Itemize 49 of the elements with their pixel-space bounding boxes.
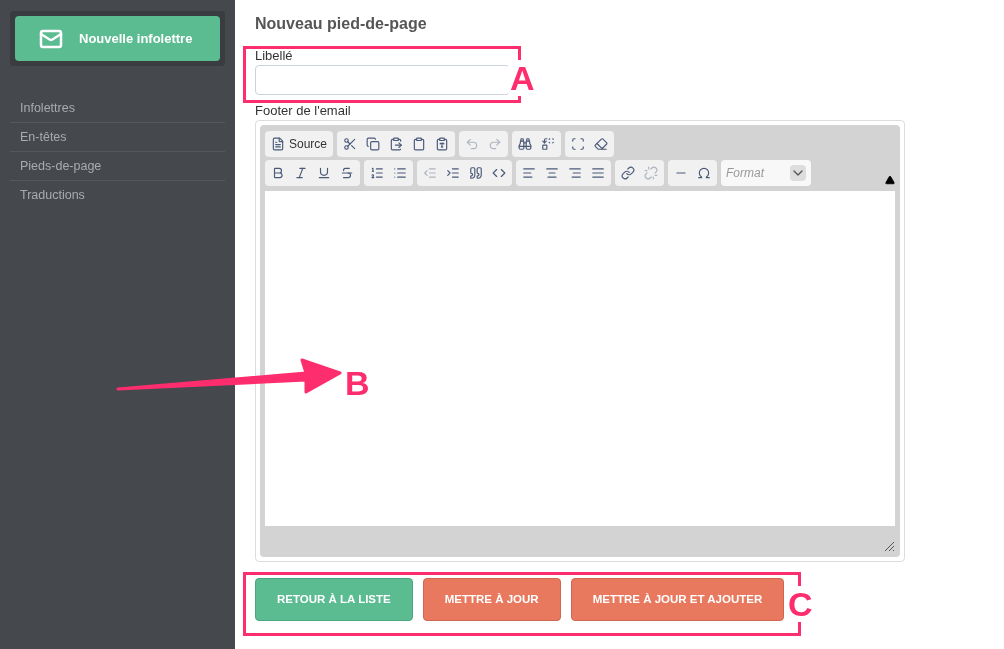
clipboard-icon <box>389 137 404 151</box>
clipboard-icon <box>412 137 427 151</box>
label-input[interactable] <box>255 65 510 95</box>
collapse-toolbar-icon[interactable] <box>885 175 895 185</box>
sidebar-item[interactable]: En-têtes <box>10 123 225 152</box>
strikethrough-icon <box>340 166 354 180</box>
field-label: Footer de l'email <box>255 103 351 119</box>
align-right-icon <box>568 166 582 180</box>
italic-icon <box>294 166 308 180</box>
annotation-letter: A <box>508 60 537 96</box>
align-center-icon <box>545 166 559 180</box>
document-icon <box>271 137 285 151</box>
back-to-list-button[interactable]: RETOUR À LA LISTE <box>255 578 413 621</box>
underline-icon <box>317 166 331 180</box>
sidebar-item[interactable]: Pieds-de-page <box>10 152 225 181</box>
sidebar-item[interactable]: Infolettres <box>10 94 225 123</box>
clipboard-icon <box>435 137 450 151</box>
numbered-list-icon <box>370 166 384 180</box>
annotation-letter: B <box>345 363 370 404</box>
new-newsletter-button[interactable]: Nouvelle infolettre <box>15 16 220 61</box>
field-label: Libellé <box>255 48 293 64</box>
scissors-icon <box>343 137 358 151</box>
annotation-letter: C <box>786 586 815 622</box>
unlink-icon <box>644 166 658 180</box>
outdent-icon <box>423 166 437 180</box>
select-all-icon <box>571 137 586 151</box>
redo-icon <box>488 137 503 151</box>
replace-icon <box>541 137 556 151</box>
copy-icon <box>366 137 381 151</box>
source-button[interactable]: Source <box>267 133 332 155</box>
sidebar-item[interactable]: Traductions <box>10 181 225 210</box>
caret-icon <box>790 165 806 181</box>
justify-icon <box>591 166 605 180</box>
link-icon <box>621 166 635 180</box>
format-dropdown[interactable]: Format <box>721 160 811 186</box>
quote-icon <box>469 166 483 180</box>
undo-icon <box>465 137 480 151</box>
bullet-list-icon <box>393 166 407 180</box>
resize-handle-icon[interactable] <box>884 541 895 552</box>
binoculars-icon <box>518 137 533 151</box>
page-title: Nouveau pied-de-page <box>255 14 428 34</box>
indent-icon <box>446 166 460 180</box>
eraser-icon <box>594 137 609 151</box>
code-icon <box>492 166 506 180</box>
update-button[interactable]: METTRE À JOUR ET AJOUTER <box>570 578 785 621</box>
omega-icon <box>697 166 711 180</box>
align-left-icon <box>522 166 536 180</box>
bold-icon <box>271 166 285 180</box>
update-button[interactable]: METTRE À JOUR <box>422 578 561 621</box>
